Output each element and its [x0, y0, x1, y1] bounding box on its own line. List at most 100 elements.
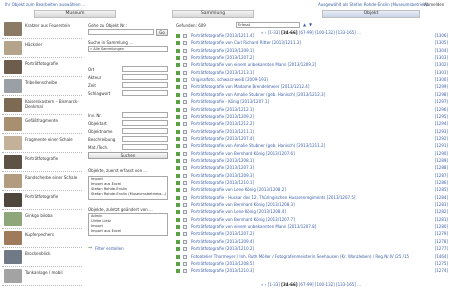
result-row[interactable]: Porträtfotografie von Bernhard König [20… [176, 151, 448, 157]
open-icon[interactable] [183, 78, 187, 83]
open-icon[interactable] [183, 129, 187, 134]
result-number[interactable]: [1284] [435, 195, 448, 201]
filter-icon[interactable]: ⇒ [88, 245, 92, 251]
result-title-link[interactable]: Porträtfotografie von Amalie Stubner (ge… [191, 92, 325, 98]
result-title-link[interactable]: Porträtfotografie [2013/1210.2] [191, 246, 254, 252]
thumbnail-item[interactable]: Porträtfotografie [2, 58, 82, 77]
result-row[interactable]: Porträtfotografie [2013/1207.2] [1303] [176, 55, 448, 61]
edit-icon[interactable] [176, 129, 180, 134]
open-icon[interactable] [183, 136, 187, 141]
edit-icon[interactable] [176, 107, 180, 112]
result-number[interactable]: [1303] [435, 55, 448, 61]
mattech-input[interactable] [122, 144, 168, 150]
open-icon[interactable] [183, 181, 187, 185]
edit-icon[interactable] [176, 122, 180, 127]
edit-icon[interactable] [176, 85, 180, 90]
result-row[interactable]: Porträtfotografie von Bernhard König [20… [176, 202, 448, 208]
edit-icon[interactable] [176, 210, 180, 215]
edit-icon[interactable] [176, 158, 180, 163]
result-row[interactable]: Porträtfotografie [2013/1207.4] [1292] [176, 136, 448, 142]
object-thumbnail-image[interactable] [4, 60, 22, 74]
result-row[interactable]: Porträtfotografie [2013/1212.2] [1294] [176, 121, 448, 127]
result-number[interactable]: [1297] [435, 99, 448, 105]
result-title-link[interactable]: Porträtfotografie [2013/1208.5] [191, 261, 254, 267]
result-row[interactable]: Porträtfotografie [2013/1212.1] [1296] [176, 107, 448, 113]
open-icon[interactable] [183, 48, 187, 53]
open-icon[interactable] [183, 100, 187, 105]
open-icon[interactable] [183, 261, 187, 266]
thumbnail-item[interactable]: Kratzer aus Feuerstein [2, 20, 82, 39]
result-title-link[interactable]: Originalfoto, schwarz-weiß [2009-193] [191, 77, 268, 83]
edit-icon[interactable] [176, 247, 180, 252]
sort-select[interactable]: Erfasst [236, 22, 300, 28]
result-number[interactable]: [1288] [435, 165, 448, 171]
result-title-link[interactable]: Porträtfotografie [2013/1209.4] [191, 239, 254, 245]
open-icon[interactable] [183, 217, 187, 222]
open-icon[interactable] [183, 151, 187, 156]
recent-created-list[interactable]: Import Import aus Excel Stefan Rohde-Ens… [88, 176, 168, 200]
result-title-link[interactable]: Porträtfotografie [2013/1209.3] [191, 173, 254, 179]
thumbnail-item[interactable]: Randscherbe einer Schale [2, 172, 82, 191]
edit-icon[interactable] [176, 63, 180, 68]
edit-icon[interactable] [176, 239, 180, 244]
open-icon[interactable] [183, 195, 187, 200]
result-title-link[interactable]: Porträtfotografie [2013/1207.3] [191, 165, 254, 171]
result-number[interactable]: [1278] [435, 239, 448, 245]
result-title-link[interactable]: Porträtfotografie [2013/1212.2] [191, 121, 254, 127]
result-title-link[interactable]: Porträtfotografie [2013/1207.4] [191, 136, 254, 142]
open-icon[interactable] [183, 85, 187, 90]
object-thumbnail-image[interactable] [4, 174, 22, 188]
edit-icon[interactable] [176, 166, 180, 171]
result-number[interactable]: [1280] [435, 224, 448, 230]
edit-icon[interactable] [176, 225, 180, 230]
result-title-link[interactable]: Porträtfotografie von Madame Brendelmeie… [191, 84, 309, 90]
result-number[interactable]: [1464] [435, 254, 448, 260]
result-row[interactable]: Porträtfotografie [2013/1210.3] [1274] [176, 268, 448, 274]
result-number[interactable]: [1305] [435, 40, 448, 46]
result-number[interactable]: [1306] [435, 33, 448, 39]
result-row[interactable]: Porträtfotografie von Lene König [2013/1… [176, 209, 448, 215]
edit-icon[interactable] [176, 114, 180, 119]
sort-desc-icon[interactable]: ▼ [309, 22, 312, 27]
result-title-link[interactable]: Porträtfotografie von Bernhard König [20… [191, 151, 295, 157]
result-number[interactable]: [1277] [435, 246, 448, 252]
open-icon[interactable] [183, 144, 187, 149]
edit-icon[interactable] [176, 56, 180, 61]
result-title-link[interactable]: Porträtfotografie von Bernhard König [20… [191, 202, 295, 208]
edit-icon[interactable] [176, 203, 180, 208]
result-title-link[interactable]: Porträtfotografie [2013/1211.1] [191, 129, 254, 135]
open-icon[interactable] [183, 247, 187, 252]
result-row[interactable]: Porträtfotografie [2013/1207.3] [1288] [176, 165, 448, 171]
create-filter-link[interactable]: Filter erstellen [95, 246, 124, 251]
edit-icon[interactable] [176, 254, 180, 259]
object-thumbnail-image[interactable] [4, 193, 22, 207]
result-row[interactable]: Porträtfotografie [2013/1207.2] [1279] [176, 231, 448, 237]
objektname-input[interactable] [122, 128, 168, 134]
result-number[interactable]: [1281] [435, 217, 448, 223]
result-number[interactable]: [1304] [435, 48, 448, 54]
result-title-link[interactable]: Porträtfotografie [2013/1213.1] [191, 70, 254, 76]
edit-icon[interactable] [176, 136, 180, 141]
result-number[interactable]: [1298] [435, 92, 448, 98]
thumbnail-item[interactable]: Porträtfotografie [2, 191, 82, 210]
result-row[interactable]: Porträtfotografie [2013/1209.1] [1304] [176, 48, 448, 54]
edit-icon[interactable] [176, 78, 180, 83]
object-thumbnail-image[interactable] [4, 136, 22, 150]
result-number[interactable]: [1296] [435, 107, 448, 113]
result-row[interactable]: Porträtfotografie [2013/1210.1] [1286] [176, 180, 448, 186]
result-row[interactable]: Porträtfotografie [2013/1209.3] [1287] [176, 173, 448, 179]
edit-icon[interactable] [176, 151, 180, 156]
edit-icon[interactable] [176, 173, 180, 178]
result-title-link[interactable]: Porträtfotografie [2013/1208.1] [191, 158, 254, 164]
result-row[interactable]: Originalfoto, schwarz-weiß [2009-193] [13… [176, 77, 448, 83]
open-icon[interactable] [183, 239, 187, 244]
thumbnail-item[interactable]: Porträtfotografie [2, 153, 82, 172]
result-row[interactable]: Porträtfotografie von Bernhard König [20… [176, 217, 448, 223]
object-thumbnail-image[interactable] [4, 98, 22, 112]
open-icon[interactable] [183, 114, 187, 119]
sort-asc-icon[interactable]: ▲ [303, 22, 306, 27]
list-item[interactable]: Stefan Rohde-Enslin (Museumsbetriebs...) [89, 192, 167, 197]
result-row[interactable]: Porträtfotografie - König [2013/1207.1] [… [176, 99, 448, 105]
edit-icon[interactable] [176, 41, 180, 46]
result-number[interactable]: [1285] [435, 187, 448, 193]
